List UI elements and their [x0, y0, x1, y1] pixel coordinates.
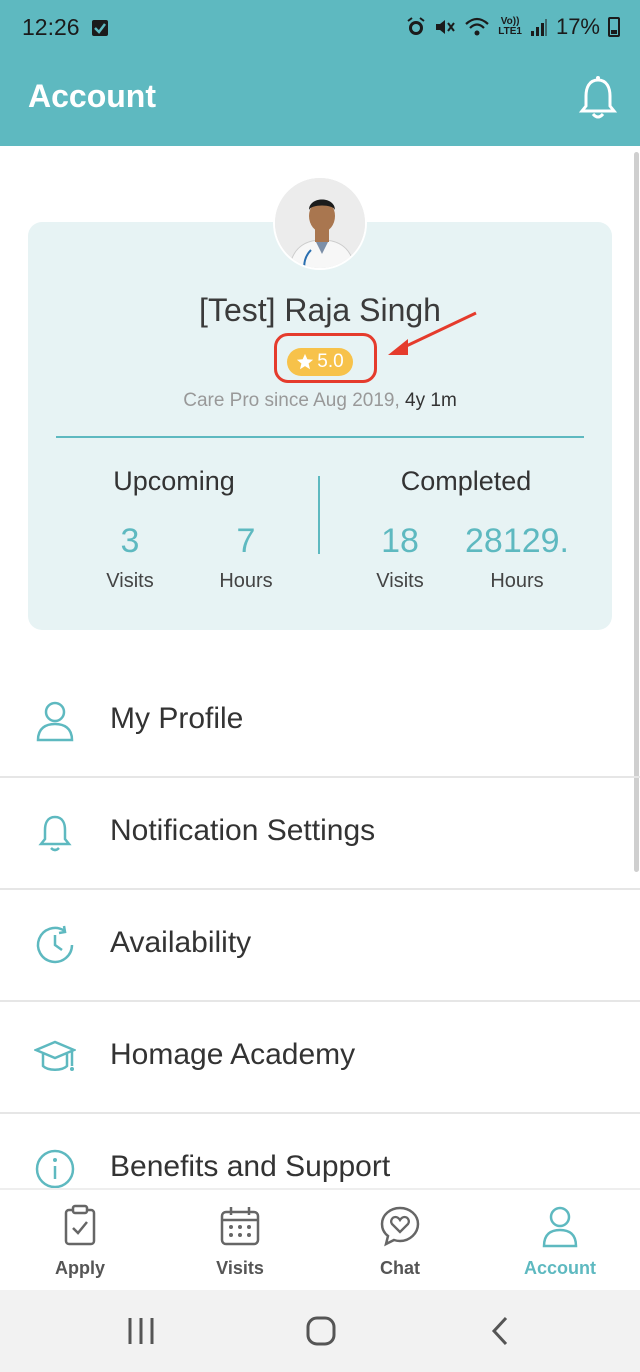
- menu-label: Notification Settings: [110, 814, 376, 847]
- network-type: Vo)) LTE1: [498, 16, 522, 37]
- menu-item-notification-settings[interactable]: Notification Settings: [0, 778, 640, 890]
- battery-percent: 17%: [555, 14, 600, 39]
- menu-item-homage-academy[interactable]: Homage Academy: [0, 1002, 640, 1114]
- menu-label: Homage Academy: [110, 1038, 356, 1071]
- nav-account[interactable]: Account: [480, 1190, 640, 1292]
- completed-heading: Completed: [400, 466, 532, 496]
- alarm-icon: [407, 17, 425, 35]
- clock-icon: [36, 925, 74, 964]
- person-icon: [542, 1206, 578, 1248]
- person-icon: [36, 701, 74, 742]
- page-title: Account: [28, 78, 156, 114]
- checkbox-notification-icon: [92, 20, 108, 36]
- recent-apps-icon[interactable]: [120, 1310, 162, 1352]
- nav-label: Account: [524, 1258, 596, 1278]
- stats-divider: [318, 476, 320, 554]
- completed-hours-label: Hours: [490, 570, 544, 592]
- menu-label: Benefits and Support: [110, 1150, 391, 1183]
- upcoming-hours-label: Hours: [219, 570, 273, 592]
- avatar[interactable]: [273, 176, 367, 270]
- info-icon: [35, 1149, 75, 1189]
- nav-visits[interactable]: Visits: [160, 1190, 320, 1292]
- wifi-icon: [465, 17, 489, 36]
- card-divider: [56, 436, 584, 438]
- nav-label: Apply: [54, 1258, 105, 1278]
- signal-icon: [530, 19, 547, 36]
- home-icon[interactable]: [300, 1310, 342, 1352]
- rating-value: 5.0: [317, 351, 344, 372]
- bell-icon[interactable]: [578, 74, 618, 122]
- chat-heart-icon: [380, 1206, 420, 1247]
- nav-label: Chat: [380, 1258, 420, 1278]
- calendar-icon: [220, 1207, 260, 1246]
- system-nav-bar: [0, 1290, 640, 1372]
- bell-icon: [38, 815, 72, 852]
- bottom-nav: Apply Visits Chat Account: [0, 1188, 640, 1290]
- star-icon: [297, 353, 314, 370]
- nav-label: Visits: [216, 1258, 264, 1278]
- completed-visits-value: 18: [381, 522, 419, 560]
- menu-label: Availability: [110, 926, 252, 959]
- care-pro-since: Care Pro since Aug 2019, 4y 1m: [183, 390, 457, 411]
- status-time: 12:26: [22, 14, 80, 40]
- profile-name: [Test] Raja Singh: [199, 292, 441, 328]
- upcoming-hours-value: 7: [236, 522, 256, 560]
- status-bar: 12:26 Vo)) LTE1 17%: [0, 0, 640, 58]
- upcoming-visits-value: 3: [120, 522, 140, 560]
- menu-item-my-profile[interactable]: My Profile: [0, 666, 640, 778]
- status-icons: Vo)) LTE1 17%: [406, 14, 620, 40]
- profile-card: [28, 222, 612, 630]
- tenure-duration: 4y 1m: [405, 390, 457, 411]
- completed-visits-label: Visits: [376, 570, 424, 592]
- app-bar: Account: [0, 58, 640, 146]
- battery-icon: [608, 17, 620, 37]
- nav-apply[interactable]: Apply: [0, 1190, 160, 1292]
- graduation-cap-icon: [34, 1040, 76, 1071]
- annotation-arrow-icon: [388, 311, 477, 355]
- menu-label: My Profile: [110, 702, 244, 735]
- completed-hours-value: 28129.: [465, 522, 569, 560]
- back-icon[interactable]: [480, 1310, 522, 1352]
- upcoming-heading: Upcoming: [113, 466, 235, 496]
- nav-chat[interactable]: Chat: [320, 1190, 480, 1292]
- menu-item-availability[interactable]: Availability: [0, 890, 640, 1002]
- upcoming-visits-label: Visits: [106, 570, 154, 592]
- mute-icon: [436, 20, 456, 34]
- rating-badge: 5.0: [287, 348, 353, 376]
- clipboard-check-icon: [64, 1204, 96, 1246]
